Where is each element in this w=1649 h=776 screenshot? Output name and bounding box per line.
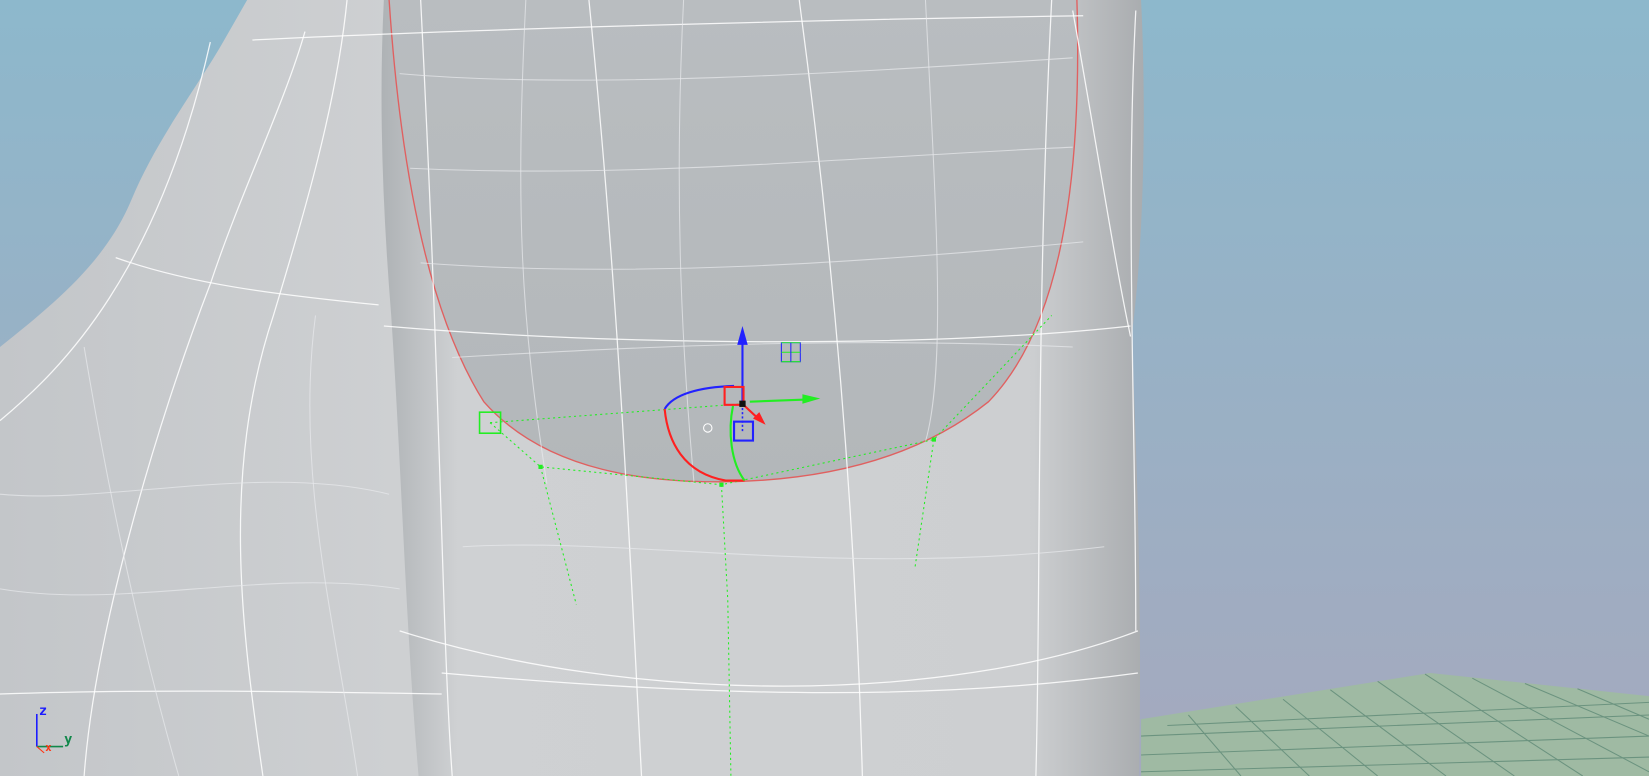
cv-point[interactable] xyxy=(538,464,543,469)
3d-viewport[interactable]: z y x xyxy=(0,0,1649,776)
pivot-point[interactable] xyxy=(739,400,746,407)
x-axis-label: x xyxy=(45,742,52,754)
cv-point[interactable] xyxy=(931,437,936,442)
cv-point[interactable] xyxy=(719,482,724,487)
z-axis-label: z xyxy=(39,703,47,719)
viewport-canvas[interactable]: z y x xyxy=(0,0,1649,776)
cup-surface xyxy=(389,0,1078,482)
y-axis-label: y xyxy=(64,731,72,747)
